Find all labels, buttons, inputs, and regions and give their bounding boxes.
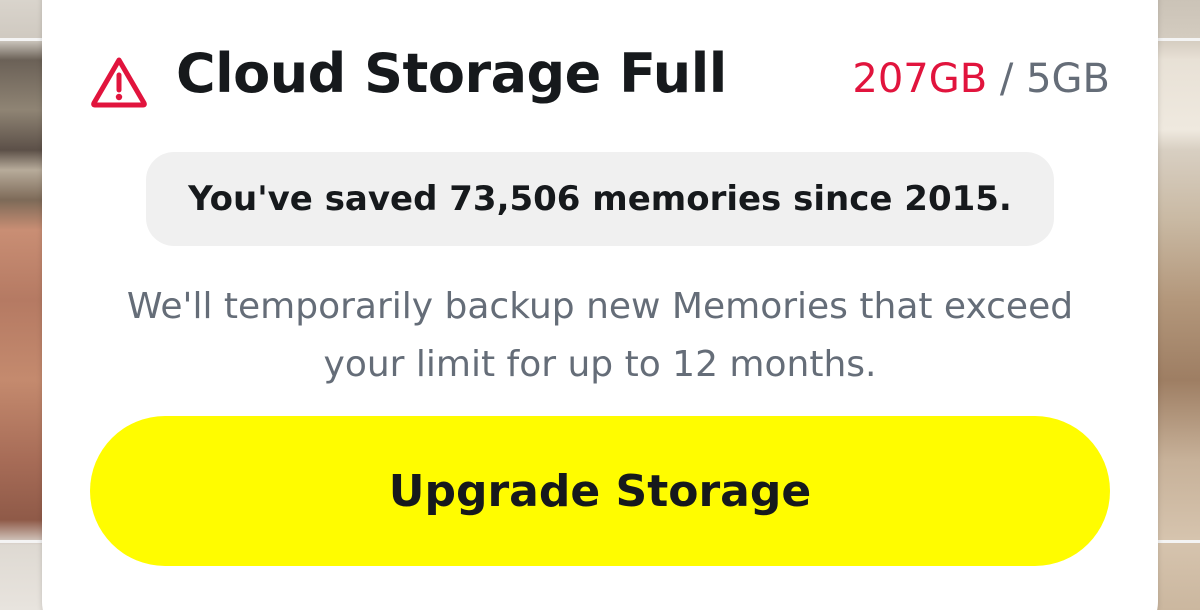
storage-usage: 207GB / 5GB <box>852 56 1110 102</box>
dialog-header: Cloud Storage Full 207GB / 5GB <box>42 0 1158 140</box>
backup-description-line: We'll temporarily backup new Memories th… <box>126 286 1074 327</box>
storage-limit-value: 5GB <box>1026 56 1110 102</box>
background-memory-thumbnails-right <box>1154 0 1200 610</box>
thumbnail-divider <box>1154 540 1200 543</box>
backup-description-line: your limit for up to 12 months. <box>323 344 877 385</box>
background-memory-thumbnails-left <box>0 0 46 610</box>
thumbnail-divider <box>0 38 46 41</box>
memories-count-text: You've saved 73,506 memories since 2015. <box>188 179 1012 219</box>
thumbnail-divider <box>1154 38 1200 41</box>
warning-triangle-icon <box>91 57 147 108</box>
dialog-title: Cloud Storage Full <box>176 42 727 105</box>
upgrade-storage-button[interactable]: Upgrade Storage <box>90 416 1110 566</box>
upgrade-storage-label: Upgrade Storage <box>388 465 812 517</box>
storage-full-dialog: Cloud Storage Full 207GB / 5GB You've sa… <box>42 0 1158 610</box>
backup-description: We'll temporarily backup new Memories th… <box>72 278 1128 394</box>
storage-usage-separator: / <box>987 56 1027 102</box>
memories-count-banner: You've saved 73,506 memories since 2015. <box>146 152 1054 246</box>
thumbnail-divider <box>0 540 46 543</box>
storage-used-value: 207GB <box>852 56 988 102</box>
memories-screen: Cloud Storage Full 207GB / 5GB You've sa… <box>0 0 1200 610</box>
